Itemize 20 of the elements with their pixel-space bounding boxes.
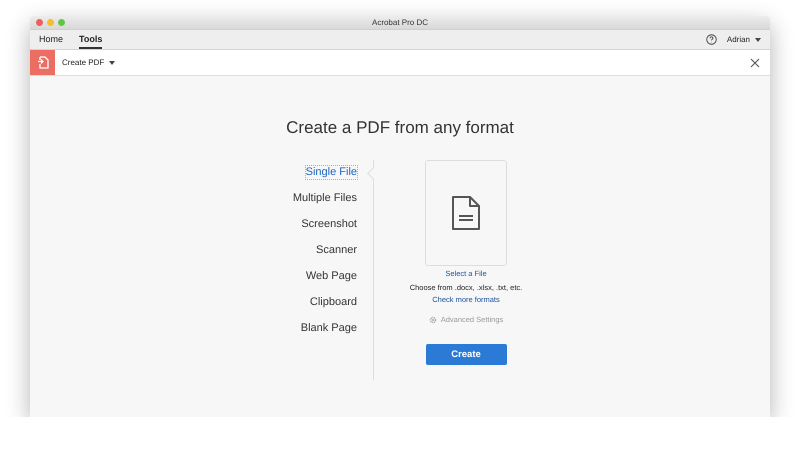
caret-icon[interactable] — [755, 38, 761, 42]
source-option[interactable]: Single File — [306, 166, 357, 179]
create-button[interactable]: Create — [426, 344, 506, 365]
source-option[interactable]: Clipboard — [310, 296, 357, 309]
tool-menu[interactable]: Create PDF — [62, 58, 104, 67]
document-icon — [451, 195, 481, 231]
close-icon[interactable] — [750, 58, 760, 68]
help-icon[interactable] — [706, 34, 717, 45]
window-title: Acrobat Pro DC — [372, 18, 428, 27]
source-option[interactable]: Web Page — [306, 270, 357, 283]
source-option[interactable]: Blank Page — [300, 322, 357, 335]
source-option[interactable]: Multiple Files — [292, 192, 357, 205]
close-window-icon[interactable] — [36, 19, 43, 26]
source-option[interactable]: Screenshot — [301, 218, 357, 231]
caret-icon[interactable] — [109, 60, 116, 64]
source-option[interactable]: Scanner — [316, 244, 357, 257]
user-name[interactable]: Adrian — [726, 35, 750, 44]
nav-tab[interactable]: Home — [39, 30, 64, 49]
file-drop-card[interactable] — [425, 160, 507, 266]
page-heading: Create a PDF from any format — [286, 118, 514, 138]
